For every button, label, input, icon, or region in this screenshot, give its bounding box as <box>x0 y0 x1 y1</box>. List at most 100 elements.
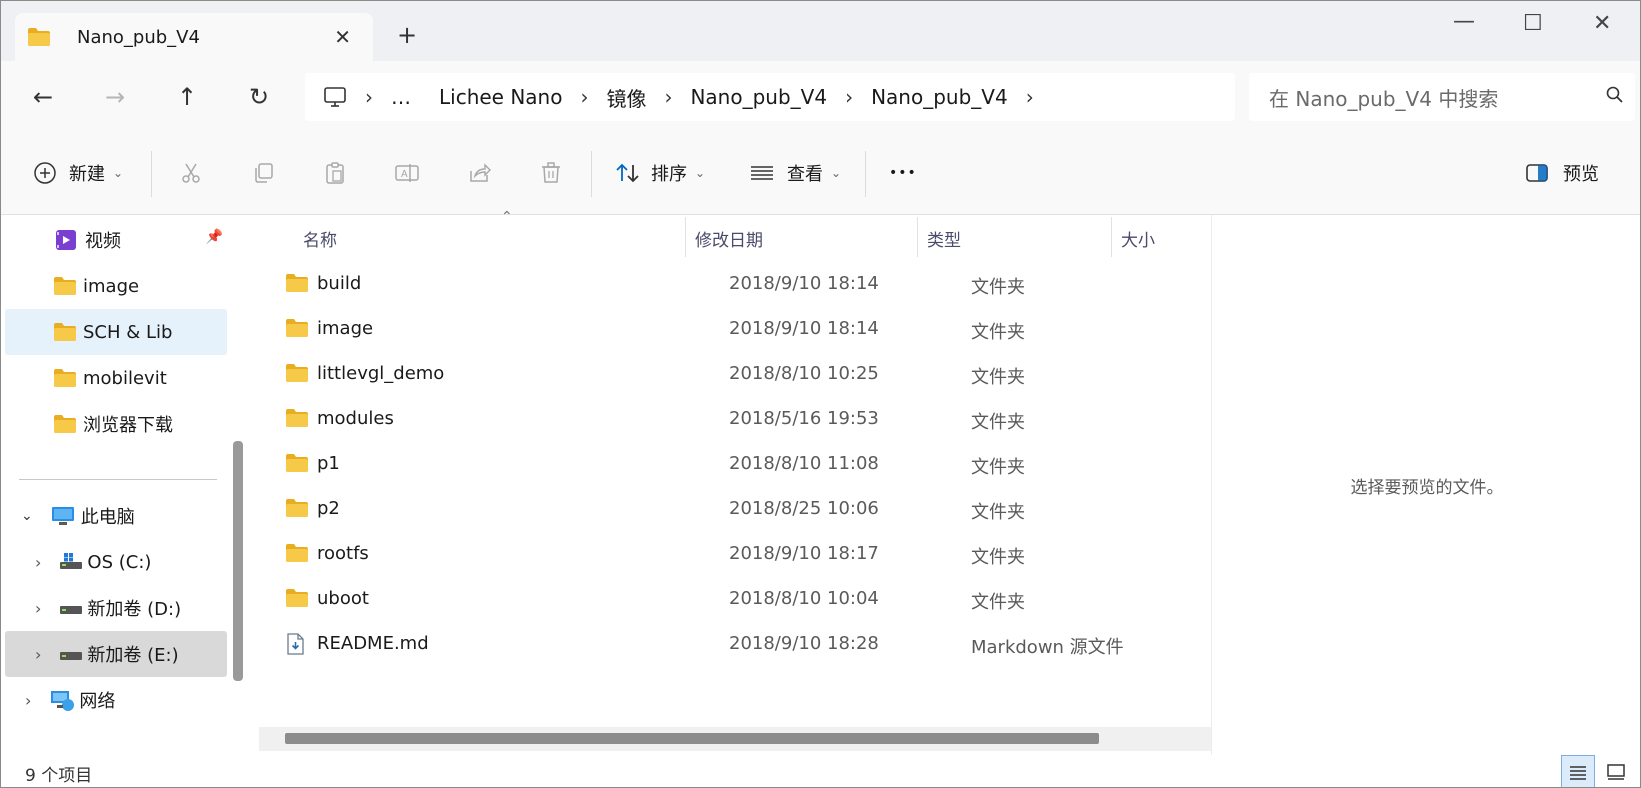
file-row[interactable]: rootfs 2018/9/10 18:17 文件夹 <box>257 531 1211 578</box>
sidebar-item-drive-e[interactable]: › 新加卷 (E:) <box>5 631 227 677</box>
share-icon[interactable] <box>465 159 493 187</box>
sidebar-item-label: 浏览器下载 <box>83 415 173 436</box>
breadcrumb-mirror[interactable]: 镜像 <box>606 83 646 112</box>
details-view-button[interactable] <box>1561 755 1595 787</box>
file-name[interactable]: README.md <box>317 633 429 654</box>
file-row[interactable]: image 2018/9/10 18:14 文件夹 <box>257 306 1211 353</box>
minimize-button[interactable]: — <box>1453 9 1475 34</box>
file-date: 2018/9/10 18:28 <box>729 633 879 654</box>
sidebar-item-videos[interactable]: 视频 📌 <box>5 217 227 263</box>
divider <box>865 151 866 197</box>
cut-icon[interactable] <box>177 159 205 187</box>
column-header-name[interactable]: 名称 <box>303 215 337 261</box>
file-name[interactable]: p2 <box>317 498 340 519</box>
file-name[interactable]: littlevgl_demo <box>317 363 444 384</box>
sidebar-item-sch-lib[interactable]: SCH & Lib <box>5 309 227 355</box>
forward-button[interactable]: → <box>97 79 133 115</box>
pin-icon[interactable]: 📌 <box>206 229 223 245</box>
file-row[interactable]: uboot 2018/8/10 10:04 文件夹 <box>257 576 1211 623</box>
preview-pane: 选择要预览的文件。 <box>1211 215 1640 755</box>
sidebar-item-mobilevit[interactable]: mobilevit <box>5 355 227 401</box>
tab-nano-pub-v4[interactable]: Nano_pub_V4 ✕ <box>15 13 373 61</box>
address-bar[interactable]: › … › Lichee Nano › 镜像 › Nano_pub_V4 › N… <box>305 73 1235 121</box>
file-name[interactable]: build <box>317 273 361 294</box>
sidebar-item-image[interactable]: image <box>5 263 227 309</box>
new-tab-button[interactable]: + <box>397 21 417 49</box>
column-header-type[interactable]: 类型 <box>927 215 961 261</box>
tab-close-icon[interactable]: ✕ <box>334 25 351 49</box>
sidebar-item-this-pc[interactable]: ⌄ 此电脑 <box>5 493 227 539</box>
breadcrumb-nano-pub-v4-current[interactable]: Nano_pub_V4 <box>871 85 1008 109</box>
chevron-down-icon: ⌄ <box>113 166 124 180</box>
preview-message: 选择要预览的文件。 <box>1350 478 1504 498</box>
up-button[interactable]: ↑ <box>169 79 205 115</box>
close-window-button[interactable]: ✕ <box>1593 11 1611 36</box>
column-header-size[interactable]: 大小 <box>1121 215 1155 261</box>
sidebar-item-network[interactable]: › 网络 <box>5 677 227 723</box>
new-button[interactable]: 新建 ⌄ <box>33 131 123 215</box>
chevron-right-icon[interactable]: › <box>25 691 31 710</box>
divider <box>591 151 592 197</box>
file-row[interactable]: littlevgl_demo 2018/8/10 10:25 文件夹 <box>257 351 1211 398</box>
paste-icon[interactable] <box>321 159 349 187</box>
breadcrumb-nano-pub-v4[interactable]: Nano_pub_V4 <box>690 85 827 109</box>
sidebar-scrollbar[interactable] <box>233 441 243 681</box>
breadcrumb-lichee-nano[interactable]: Lichee Nano <box>439 85 562 109</box>
breadcrumb-separator[interactable]: › <box>580 85 588 109</box>
breadcrumb-separator[interactable]: › <box>845 85 853 109</box>
column-divider[interactable] <box>917 217 918 257</box>
view-button[interactable]: 查看 ⌄ <box>749 131 841 215</box>
sidebar-item-browser-downloads[interactable]: 浏览器下载 <box>5 401 227 447</box>
file-name[interactable]: image <box>317 318 373 339</box>
chevron-down-icon[interactable]: ⌄ <box>21 508 33 524</box>
folder-icon <box>285 588 309 613</box>
folder-icon <box>54 277 76 295</box>
large-icons-view-button[interactable] <box>1599 755 1633 787</box>
file-name[interactable]: rootfs <box>317 543 369 564</box>
search-icon[interactable] <box>1605 85 1625 105</box>
folder-icon <box>285 408 309 433</box>
breadcrumb-separator[interactable]: › <box>1026 85 1034 109</box>
file-name[interactable]: modules <box>317 408 394 429</box>
sort-ascending-indicator-icon: ⌃ <box>501 209 513 225</box>
column-divider[interactable] <box>1111 217 1112 257</box>
chevron-right-icon[interactable]: › <box>35 553 41 572</box>
rename-icon[interactable]: A <box>393 159 421 187</box>
horizontal-scrollbar-thumb[interactable] <box>285 733 1099 744</box>
copy-icon[interactable] <box>249 159 277 187</box>
search-input[interactable]: 在 Nano_pub_V4 中搜索 <box>1249 73 1635 121</box>
column-divider[interactable] <box>685 217 686 257</box>
file-type: Markdown 源文件 <box>971 637 1124 658</box>
sidebar-item-label: 新加卷 (D:) <box>87 599 182 620</box>
monitor-icon[interactable] <box>323 86 347 108</box>
tab-title: Nano_pub_V4 <box>77 26 200 48</box>
preview-pane-button[interactable]: 预览 <box>1525 131 1599 215</box>
file-name[interactable]: uboot <box>317 588 369 609</box>
refresh-button[interactable]: ↻ <box>241 79 277 115</box>
file-name[interactable]: p1 <box>317 453 340 474</box>
sort-button[interactable]: 排序 ⌄ <box>615 131 705 215</box>
chevron-right-icon[interactable]: › <box>35 645 41 664</box>
file-type: 文件夹 <box>971 277 1025 298</box>
breadcrumb-separator[interactable]: › <box>664 85 672 109</box>
file-row[interactable]: README.md 2018/9/10 18:28 Markdown 源文件 <box>257 621 1211 668</box>
file-row[interactable]: build 2018/9/10 18:14 文件夹 <box>257 261 1211 308</box>
view-list-icon <box>751 166 773 180</box>
view-label: 查看 <box>787 164 823 185</box>
folder-icon <box>54 323 76 341</box>
file-row[interactable]: p1 2018/8/10 11:08 文件夹 <box>257 441 1211 488</box>
breadcrumb-separator[interactable]: › <box>365 85 373 109</box>
back-button[interactable]: ← <box>25 79 61 115</box>
more-options-button[interactable]: ••• <box>889 131 917 215</box>
sidebar-item-drive-c[interactable]: › OS (C:) <box>5 539 227 585</box>
sidebar-item-label: OS (C:) <box>87 551 152 573</box>
delete-icon[interactable] <box>537 159 565 187</box>
breadcrumb-overflow[interactable]: … <box>391 85 411 109</box>
chevron-right-icon[interactable]: › <box>35 599 41 618</box>
column-header-date[interactable]: 修改日期 <box>695 215 763 261</box>
file-row[interactable]: p2 2018/8/25 10:06 文件夹 <box>257 486 1211 533</box>
file-row[interactable]: modules 2018/5/16 19:53 文件夹 <box>257 396 1211 443</box>
maximize-button[interactable]: ☐ <box>1523 11 1543 36</box>
sidebar-item-drive-d[interactable]: › 新加卷 (D:) <box>5 585 227 631</box>
chevron-down-icon: ⌄ <box>695 166 706 180</box>
